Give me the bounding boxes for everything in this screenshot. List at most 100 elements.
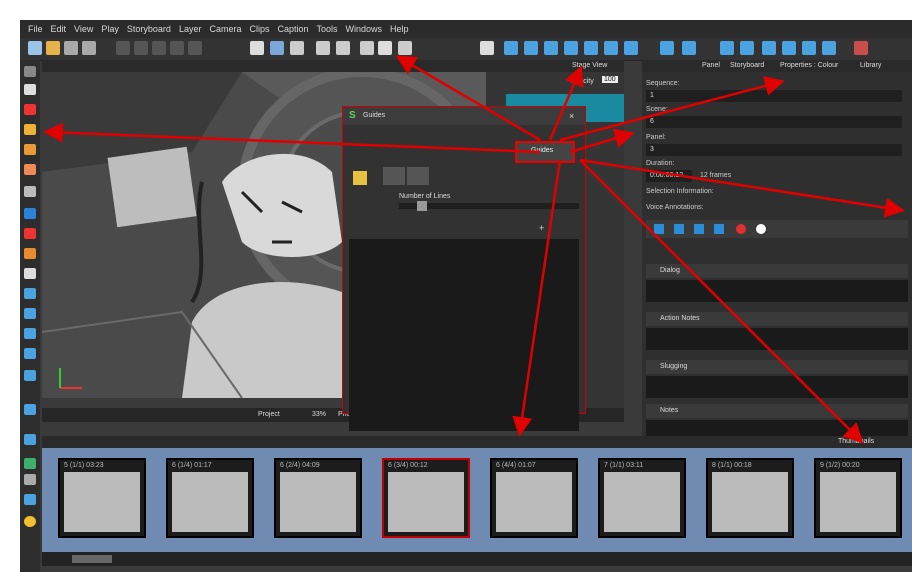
- opacity-field[interactable]: 100: [602, 76, 618, 83]
- 2d-icon[interactable]: [480, 41, 494, 55]
- loop-icon[interactable]: [782, 41, 796, 55]
- menu-camera[interactable]: Camera: [209, 24, 241, 34]
- crop-tool-icon[interactable]: [24, 288, 36, 299]
- thumbnail[interactable]: 9 (1/2) 00:20: [814, 458, 902, 538]
- rotate-tool-icon[interactable]: [24, 308, 36, 319]
- play-icon[interactable]: [694, 224, 704, 234]
- brush-tool-icon[interactable]: [24, 104, 36, 115]
- camera-track-icon[interactable]: [604, 41, 618, 55]
- record-icon[interactable]: [736, 224, 746, 234]
- menu-help[interactable]: Help: [390, 24, 409, 34]
- slugging-section-header[interactable]: Slugging: [646, 360, 908, 374]
- thumbnail[interactable]: 6 (1/4) 01:17: [166, 458, 254, 538]
- view-icon[interactable]: [360, 41, 374, 55]
- num-lines-slider-handle[interactable]: [417, 201, 427, 211]
- delete-recording-icon[interactable]: [756, 224, 766, 234]
- save-icon[interactable]: [64, 41, 78, 55]
- save-as-icon[interactable]: [82, 41, 96, 55]
- guide-tool-2-icon[interactable]: [407, 167, 429, 185]
- play-icon[interactable]: [762, 41, 776, 55]
- thumbnail[interactable]: 7 (1/1) 03:11: [598, 458, 686, 538]
- menu-play[interactable]: Play: [101, 24, 119, 34]
- duration-field[interactable]: 0:00:00.12: [646, 170, 692, 182]
- notes-section-header[interactable]: Notes: [646, 404, 908, 418]
- thumbnail[interactable]: 5 (1/1) 03:23: [58, 458, 146, 538]
- delete-icon[interactable]: [170, 41, 184, 55]
- camera-tool-icon[interactable]: [24, 348, 36, 359]
- first-frame-icon[interactable]: [660, 41, 674, 55]
- tab-library[interactable]: Library: [860, 62, 881, 69]
- rewind-icon[interactable]: [654, 224, 664, 234]
- stop-icon[interactable]: [822, 41, 836, 55]
- menu-caption[interactable]: Caption: [277, 24, 308, 34]
- horizontal-scrollbar[interactable]: [42, 552, 912, 566]
- slugging-text-area[interactable]: [646, 376, 908, 398]
- camera-zoom-icon[interactable]: [564, 41, 578, 55]
- paste-icon[interactable]: [152, 41, 166, 55]
- guide-tool-icon[interactable]: [383, 167, 405, 185]
- guides-list[interactable]: [349, 239, 579, 431]
- duplicate-icon[interactable]: [24, 494, 36, 505]
- transform-tool-icon[interactable]: [24, 84, 36, 95]
- grid-icon[interactable]: [290, 41, 304, 55]
- thumbnail[interactable]: 8 (1/1) 00:18: [706, 458, 794, 538]
- menu-file[interactable]: File: [28, 24, 43, 34]
- forward-icon[interactable]: [714, 224, 724, 234]
- dialog-section-header[interactable]: Dialog: [646, 264, 908, 278]
- paint-tool-icon[interactable]: [24, 228, 36, 239]
- add-guide-icon[interactable]: +: [539, 223, 549, 233]
- light-table-icon[interactable]: [270, 41, 284, 55]
- prev-frame-icon[interactable]: [682, 41, 696, 55]
- ruler-guide-icon[interactable]: [353, 171, 367, 185]
- split-icon[interactable]: [336, 41, 350, 55]
- tab-properties-colour[interactable]: Properties : Colour: [780, 62, 838, 69]
- record-icon[interactable]: [720, 41, 734, 55]
- camera-icon[interactable]: [504, 41, 518, 55]
- sequence-add-icon[interactable]: [24, 458, 36, 469]
- action-notes-text-area[interactable]: [646, 328, 908, 350]
- sequence-field[interactable]: 1: [646, 90, 902, 102]
- menu-layer[interactable]: Layer: [179, 24, 202, 34]
- menu-windows[interactable]: Windows: [346, 24, 383, 34]
- camera-rotate-icon[interactable]: [544, 41, 558, 55]
- zoom-value[interactable]: 33%: [312, 411, 326, 418]
- guides-tab-label[interactable]: Guides: [531, 147, 553, 154]
- audio-icon[interactable]: [740, 41, 754, 55]
- panel-field[interactable]: 3: [646, 144, 902, 156]
- rectangle-tool-icon[interactable]: [24, 208, 36, 219]
- text-tool-icon[interactable]: [24, 186, 36, 197]
- num-lines-slider[interactable]: [399, 201, 579, 211]
- menu-clips[interactable]: Clips: [249, 24, 269, 34]
- scrollbar-thumb[interactable]: [72, 555, 112, 563]
- thumbnails-tab[interactable]: Thumbnails: [838, 438, 874, 445]
- hand-tool-icon[interactable]: [24, 268, 36, 279]
- tab-storyboard[interactable]: Storyboard: [730, 62, 764, 69]
- tab-panel[interactable]: Panel: [702, 62, 720, 69]
- menu-view[interactable]: View: [74, 24, 93, 34]
- sound-icon[interactable]: [802, 41, 816, 55]
- camera-pan-icon[interactable]: [524, 41, 538, 55]
- menu-tools[interactable]: Tools: [317, 24, 338, 34]
- copy-icon[interactable]: [134, 41, 148, 55]
- eraser-tool-icon[interactable]: [24, 164, 36, 175]
- guides-toggle-icon[interactable]: [250, 41, 264, 55]
- thumbnail[interactable]: 6 (4/4) 01:07: [490, 458, 578, 538]
- scene-field[interactable]: 6: [646, 116, 902, 128]
- menu-storyboard[interactable]: Storyboard: [127, 24, 171, 34]
- project-label[interactable]: Project: [258, 411, 280, 418]
- pencil-tool-icon[interactable]: [24, 124, 36, 135]
- lightbulb-icon[interactable]: [24, 516, 36, 527]
- export-icon[interactable]: [854, 41, 868, 55]
- camera-view-icon[interactable]: [398, 41, 412, 55]
- stop-icon[interactable]: [674, 224, 684, 234]
- action-notes-section-header[interactable]: Action Notes: [646, 312, 908, 326]
- cut-icon[interactable]: [116, 41, 130, 55]
- undo-icon[interactable]: [188, 41, 202, 55]
- stage-view-tab[interactable]: Stage View: [572, 62, 607, 69]
- layer-tool-icon[interactable]: [24, 370, 36, 381]
- thumbnail-selected[interactable]: 6 (3/4) 00:12: [382, 458, 470, 538]
- open-icon[interactable]: [46, 41, 60, 55]
- stamp-tool-icon[interactable]: [24, 144, 36, 155]
- menu-edit[interactable]: Edit: [51, 24, 67, 34]
- scene-add-icon[interactable]: [24, 434, 36, 445]
